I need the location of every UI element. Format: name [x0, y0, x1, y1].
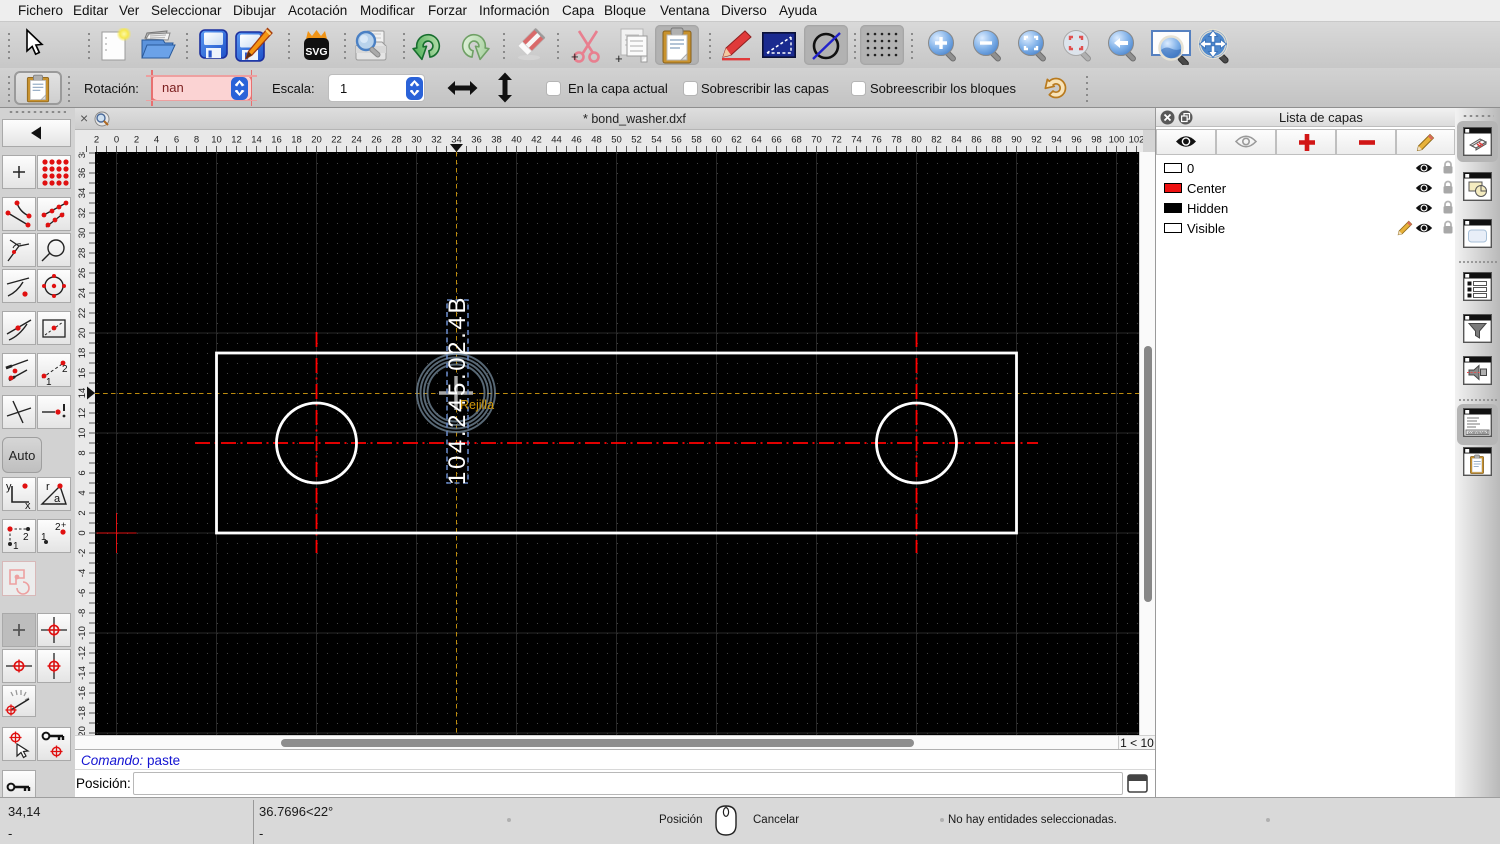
svg-text:0: 0 — [114, 135, 119, 146]
svg-text:x: x — [25, 500, 31, 510]
svg-text:22: 22 — [77, 308, 88, 319]
svg-text:50: 50 — [611, 135, 622, 146]
svg-text:74: 74 — [851, 135, 862, 146]
svg-text:32: 32 — [431, 135, 442, 146]
svg-text:-20: -20 — [77, 726, 88, 735]
svg-text:88: 88 — [991, 135, 1002, 146]
svg-text:16: 16 — [77, 368, 88, 379]
svg-text:2: 2 — [23, 532, 29, 543]
svg-text:18: 18 — [291, 135, 302, 146]
svg-text:56: 56 — [671, 135, 682, 146]
svg-text:2: 2 — [134, 135, 139, 146]
svg-text:10: 10 — [211, 135, 222, 146]
svg-text:18: 18 — [77, 348, 88, 359]
svg-text:36: 36 — [77, 168, 88, 179]
svg-text:104.245.02.4B: 104.245.02.4B — [444, 295, 471, 485]
svg-text:92: 92 — [1031, 135, 1042, 146]
svg-text:20: 20 — [311, 135, 322, 146]
svg-text:26: 26 — [77, 268, 88, 279]
svg-text:8: 8 — [194, 135, 199, 146]
svg-text:84: 84 — [951, 135, 962, 146]
svg-text:102: 102 — [1129, 135, 1143, 146]
svg-text:24: 24 — [351, 135, 362, 146]
svg-text:38: 38 — [491, 135, 502, 146]
svg-text:34: 34 — [77, 188, 88, 199]
svg-text:2: 2 — [77, 510, 88, 515]
svg-text:62: 62 — [731, 135, 742, 146]
svg-text:98: 98 — [1091, 135, 1102, 146]
svg-text:14: 14 — [251, 135, 262, 146]
svg-text:-18: -18 — [77, 706, 88, 720]
svg-text:40: 40 — [511, 135, 522, 146]
svg-text:28: 28 — [77, 248, 88, 259]
svg-text:y: y — [6, 481, 12, 493]
svg-text:12: 12 — [231, 135, 242, 146]
svg-text:4: 4 — [154, 135, 159, 146]
svg-text:52: 52 — [631, 135, 642, 146]
svg-text:-10: -10 — [77, 626, 88, 640]
svg-text:Rejilla: Rejilla — [460, 398, 494, 412]
svg-text:100: 100 — [1109, 135, 1125, 146]
svg-text:-12: -12 — [77, 646, 88, 660]
svg-text:-14: -14 — [77, 666, 88, 680]
svg-text:24: 24 — [77, 288, 88, 299]
svg-text:90: 90 — [1011, 135, 1022, 146]
svg-text:+: + — [61, 520, 66, 530]
svg-text:28: 28 — [391, 135, 402, 146]
svg-text:+: + — [615, 51, 623, 65]
svg-text:2: 2 — [94, 135, 99, 146]
svg-text:94: 94 — [1051, 135, 1062, 146]
svg-text:34: 34 — [451, 135, 462, 146]
svg-text:+: + — [571, 49, 579, 64]
svg-text:4: 4 — [77, 490, 88, 495]
svg-text:-2: -2 — [77, 549, 88, 557]
svg-text:26: 26 — [371, 135, 382, 146]
svg-text:-6: -6 — [77, 589, 88, 597]
svg-text:54: 54 — [651, 135, 662, 146]
svg-text:12: 12 — [77, 408, 88, 419]
svg-text:32: 32 — [77, 208, 88, 219]
svg-text:SVG: SVG — [305, 46, 327, 58]
svg-text:38: 38 — [77, 152, 88, 158]
svg-text:64: 64 — [751, 135, 762, 146]
svg-text:42: 42 — [531, 135, 542, 146]
svg-text:14: 14 — [77, 388, 88, 399]
svg-text:96: 96 — [1071, 135, 1082, 146]
svg-text:30: 30 — [77, 228, 88, 239]
svg-text:36: 36 — [471, 135, 482, 146]
svg-text:48: 48 — [591, 135, 602, 146]
svg-text:68: 68 — [791, 135, 802, 146]
svg-text:1: 1 — [46, 377, 52, 386]
svg-text:10: 10 — [77, 428, 88, 439]
svg-text:0: 0 — [77, 530, 88, 535]
svg-text:72: 72 — [831, 135, 842, 146]
svg-text:6: 6 — [174, 135, 179, 146]
svg-text:30: 30 — [411, 135, 422, 146]
svg-text:2: 2 — [62, 364, 68, 375]
svg-text:58: 58 — [691, 135, 702, 146]
svg-text:command: command — [1468, 430, 1488, 435]
svg-text:44: 44 — [551, 135, 562, 146]
svg-text:-4: -4 — [77, 569, 88, 577]
svg-text:80: 80 — [911, 135, 922, 146]
svg-text:86: 86 — [971, 135, 982, 146]
svg-text:-8: -8 — [77, 609, 88, 617]
svg-text:1: 1 — [13, 541, 19, 552]
svg-text:r: r — [46, 481, 50, 493]
svg-text:6: 6 — [77, 470, 88, 475]
svg-text:8: 8 — [77, 450, 88, 455]
svg-text:78: 78 — [891, 135, 902, 146]
svg-text:16: 16 — [271, 135, 282, 146]
svg-text:66: 66 — [771, 135, 782, 146]
svg-text:-16: -16 — [77, 686, 88, 700]
svg-text:76: 76 — [871, 135, 882, 146]
svg-text:20: 20 — [77, 328, 88, 339]
svg-text:1: 1 — [41, 532, 47, 543]
svg-text:a: a — [54, 493, 61, 505]
svg-text:82: 82 — [931, 135, 942, 146]
svg-text:46: 46 — [571, 135, 582, 146]
svg-text:70: 70 — [811, 135, 822, 146]
svg-text:22: 22 — [331, 135, 342, 146]
svg-text:60: 60 — [711, 135, 722, 146]
